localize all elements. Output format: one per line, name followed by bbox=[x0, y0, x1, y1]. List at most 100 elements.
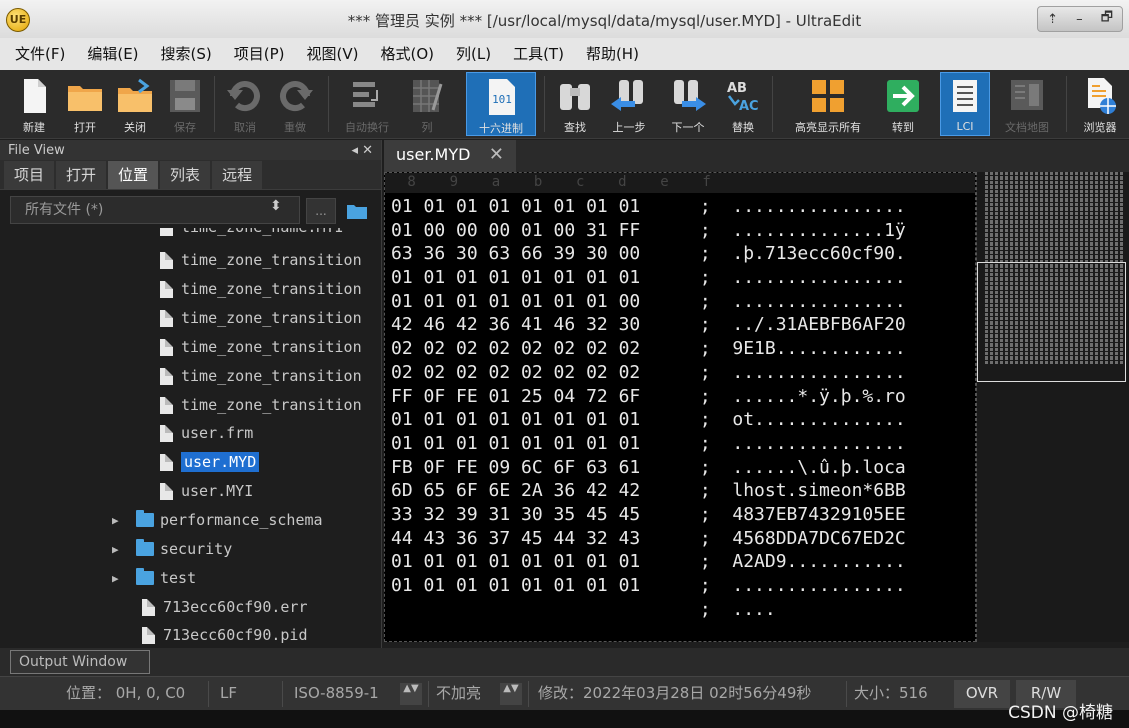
tab-open[interactable]: 打开 bbox=[56, 161, 107, 189]
ascii-text: ......*.ÿ.þ.%.ro bbox=[732, 385, 906, 407]
rollup-button[interactable]: ⇡ bbox=[1047, 12, 1058, 27]
filter-dropdown-arrow-icon[interactable]: ⬍ bbox=[270, 198, 282, 214]
hex-ascii-separator: ; bbox=[689, 196, 733, 217]
hex-line: 6D 65 6F 6E 2A 36 42 42 ; lhost.simeon*6… bbox=[391, 479, 906, 503]
tree-item-file[interactable]: time_zone_transition bbox=[160, 392, 362, 418]
undo-button[interactable]: 取消 bbox=[220, 72, 270, 136]
browse-folder-icon[interactable] bbox=[342, 198, 372, 224]
document-map-icon bbox=[1011, 80, 1043, 110]
ascii-text: ................ bbox=[732, 267, 906, 289]
overwrite-mode-button[interactable]: OVR bbox=[954, 680, 1010, 708]
tree-item-folder[interactable]: ▶ test bbox=[112, 565, 196, 591]
minimap-line bbox=[985, 185, 1125, 189]
status-separator bbox=[428, 681, 429, 707]
tree-item-file[interactable]: time_zone_transition bbox=[160, 247, 362, 273]
tree-item-file[interactable]: user.MYI bbox=[160, 478, 253, 504]
minimap-line bbox=[985, 172, 1125, 176]
tree-item-folder[interactable]: ▶ security bbox=[112, 536, 232, 562]
column-mode-button[interactable]: 列 bbox=[402, 72, 452, 136]
replace-button[interactable]: AB AC 替换 bbox=[718, 72, 768, 136]
word-wrap-button[interactable]: 自动换行 bbox=[336, 72, 398, 136]
menu-column[interactable]: 列(L) bbox=[445, 38, 502, 70]
file-icon bbox=[142, 598, 155, 616]
close-button[interactable]: 关闭 bbox=[110, 72, 160, 136]
hex-ascii-separator: ; bbox=[689, 243, 733, 265]
tree-item-folder[interactable]: ▶ performance_schema bbox=[112, 507, 323, 533]
lci-button[interactable]: LCI bbox=[940, 72, 990, 136]
hex-ascii-separator: ; bbox=[689, 361, 733, 383]
line-ending[interactable]: LF bbox=[220, 677, 237, 711]
minimap-line bbox=[985, 224, 1125, 229]
filter-browse-button[interactable]: ... bbox=[306, 198, 336, 224]
tree-item-file[interactable]: user.frm bbox=[160, 420, 253, 446]
menu-format[interactable]: 格式(O) bbox=[369, 38, 445, 70]
highlight-all-button[interactable]: 高亮显示所有 bbox=[784, 72, 872, 136]
tree-item-file[interactable]: time_zone_name.MYI bbox=[160, 228, 344, 240]
hex-ascii-separator: ; bbox=[689, 527, 733, 549]
hex-editor[interactable]: 8 9 a b c d e f 01 01 01 01 01 01 01 01 … bbox=[384, 172, 976, 642]
file-icon bbox=[160, 424, 173, 442]
highlight-select[interactable]: 不加亮 bbox=[436, 677, 481, 711]
hex-mode-button[interactable]: 101 十六进制 bbox=[466, 72, 536, 136]
find-prev-button[interactable]: 上一步 bbox=[602, 72, 656, 136]
ascii-text: A2AD9........... bbox=[732, 551, 906, 573]
redo-button[interactable]: 重做 bbox=[270, 72, 320, 136]
menu-tools[interactable]: 工具(T) bbox=[502, 38, 575, 70]
new-button[interactable]: 新建 bbox=[8, 72, 60, 136]
close-tab-icon[interactable]: ✕ bbox=[489, 140, 504, 170]
restore-button[interactable]: 🗗 bbox=[1101, 8, 1113, 30]
menu-project[interactable]: 项目(P) bbox=[223, 38, 296, 70]
save-icon bbox=[170, 80, 200, 112]
hex-line: 01 01 01 01 01 01 01 01 ; ..............… bbox=[391, 266, 906, 290]
find-next-button[interactable]: 下一个 bbox=[660, 72, 716, 136]
tree-item-file[interactable]: 713ecc60cf90.pid bbox=[142, 622, 308, 648]
highlight-spinner-icon[interactable]: ▲▼ bbox=[500, 683, 522, 705]
hex-ascii-separator: ; bbox=[689, 598, 733, 620]
document-tab[interactable]: user.MYD ✕ bbox=[384, 140, 516, 172]
menu-help[interactable]: 帮助(H) bbox=[575, 38, 650, 70]
output-window-tab[interactable]: Output Window bbox=[10, 650, 150, 674]
hex-file-icon: 101 bbox=[489, 79, 515, 115]
folder-icon bbox=[136, 510, 154, 527]
ascii-text: lhost.simeon*6BB bbox=[732, 480, 906, 502]
tab-project[interactable]: 项目 bbox=[4, 161, 55, 189]
menu-file[interactable]: 文件(F) bbox=[4, 38, 76, 70]
minimap-line bbox=[985, 176, 1125, 180]
minimap-viewport[interactable] bbox=[977, 262, 1126, 382]
tree-item-file-selected[interactable]: user.MYD bbox=[160, 449, 260, 475]
tree-item-file[interactable]: time_zone_transition bbox=[160, 363, 362, 389]
expand-arrow-icon[interactable]: ▶ bbox=[112, 514, 126, 527]
tree-item-file[interactable]: 713ecc60cf90.err bbox=[142, 594, 308, 620]
tree-item-file[interactable]: time_zone_transition bbox=[160, 276, 362, 302]
encoding-select[interactable]: ISO-8859-1 bbox=[294, 677, 379, 711]
browser-globe-icon bbox=[1088, 78, 1116, 114]
open-button[interactable]: 打开 bbox=[60, 72, 110, 136]
hex-bytes: 01 01 01 01 01 01 01 01 bbox=[391, 196, 641, 217]
minimize-button[interactable]: – bbox=[1076, 12, 1083, 27]
tab-list[interactable]: 列表 bbox=[160, 161, 211, 189]
expand-arrow-icon[interactable]: ▶ bbox=[112, 543, 126, 556]
tree-item-file[interactable]: time_zone_transition bbox=[160, 305, 362, 331]
goto-button[interactable]: 转到 bbox=[878, 72, 928, 136]
tab-location[interactable]: 位置 bbox=[108, 161, 159, 189]
menu-view[interactable]: 视图(V) bbox=[296, 38, 370, 70]
panel-pin-close-controls[interactable]: ◂ ✕ bbox=[351, 143, 373, 158]
save-button[interactable]: 保存 bbox=[160, 72, 210, 136]
document-minimap[interactable] bbox=[976, 172, 1129, 642]
column-icon bbox=[413, 80, 443, 112]
tree-item-file[interactable]: time_zone_transition bbox=[160, 334, 362, 360]
expand-arrow-icon[interactable]: ▶ bbox=[112, 572, 126, 585]
document-map-button[interactable]: 文档地图 bbox=[996, 72, 1058, 136]
encoding-spinner-icon[interactable]: ▲▼ bbox=[400, 683, 422, 705]
menu-search[interactable]: 搜索(S) bbox=[150, 38, 223, 70]
browser-button[interactable]: 浏览器 bbox=[1074, 72, 1126, 136]
find-button[interactable]: 查找 bbox=[550, 72, 600, 136]
folder-icon bbox=[136, 539, 154, 556]
hex-line: 01 00 00 00 01 00 31 FF ; ..............… bbox=[391, 219, 906, 243]
hex-bytes: 01 00 00 00 01 00 31 FF bbox=[391, 219, 641, 241]
tab-remote[interactable]: 远程 bbox=[212, 161, 263, 189]
editor-tab-strip: user.MYD ✕ bbox=[384, 140, 1129, 172]
menu-edit[interactable]: 编辑(E) bbox=[76, 38, 149, 70]
ascii-text: ................ bbox=[732, 290, 906, 312]
file-filter-select[interactable]: 所有文件 (*) bbox=[10, 196, 300, 224]
